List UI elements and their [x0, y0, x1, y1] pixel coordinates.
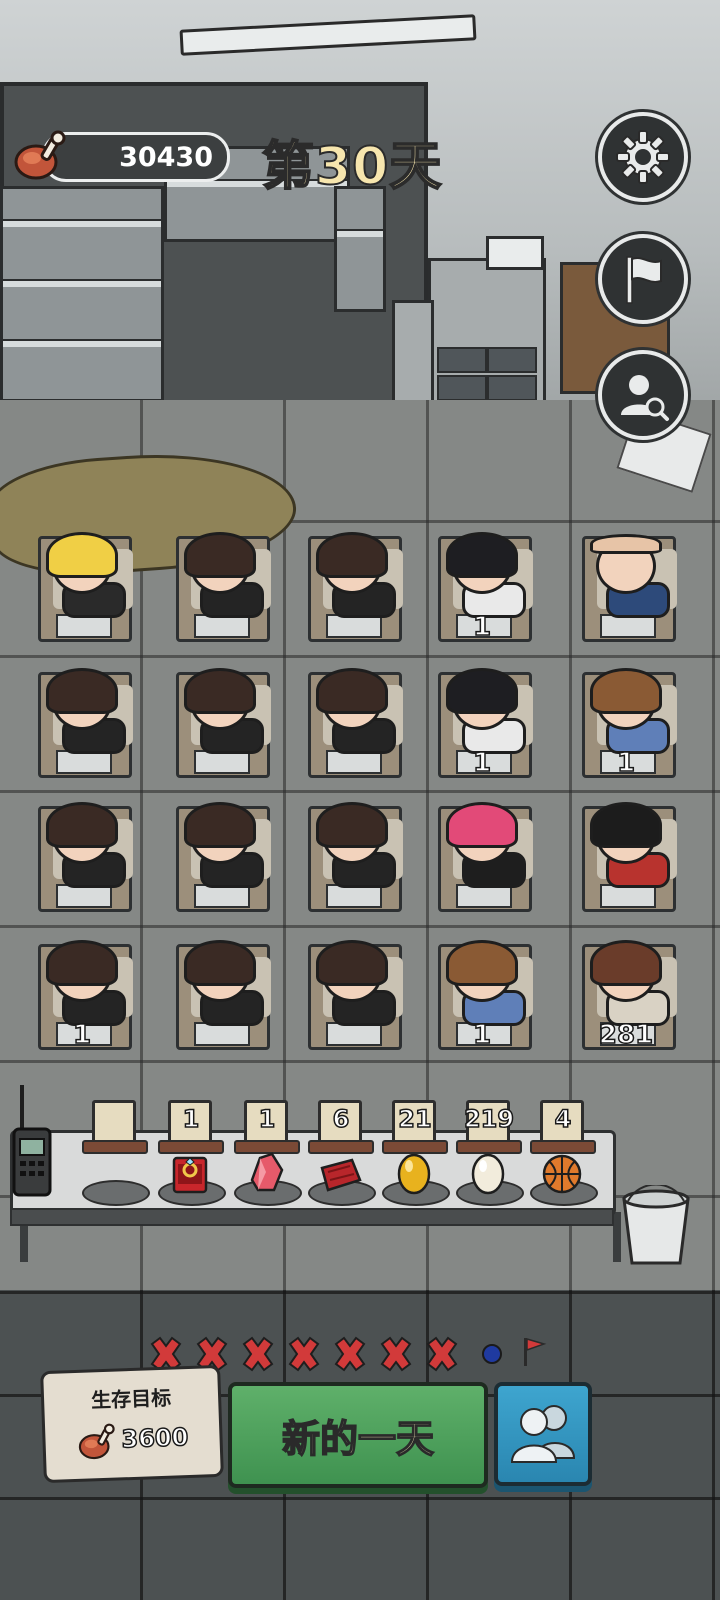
new-day-button[interactable]: 新的一天 — [228, 1382, 488, 1488]
item-count: 219 — [463, 1104, 515, 1134]
failed-day-x-icon — [380, 1336, 412, 1372]
item-slot-basketball[interactable]: 4 — [528, 1100, 598, 1210]
basketball-icon — [542, 1154, 582, 1194]
settings-button[interactable] — [598, 112, 688, 202]
bed-pink-haired-girl[interactable] — [430, 802, 534, 912]
golden-egg-icon — [397, 1153, 431, 1195]
bed-black-haired-boy[interactable]: 1 — [430, 532, 534, 643]
failed-day-x-icon — [426, 1336, 458, 1372]
bed-ponytail-girl[interactable] — [168, 802, 272, 912]
bed-count: 1 — [472, 611, 492, 643]
bed-count: 1 — [72, 1019, 92, 1051]
bed-black-haired-boy[interactable]: 1 — [430, 668, 534, 779]
ring-box-icon — [172, 1156, 208, 1194]
character-ponytail-girl — [310, 802, 396, 888]
egg-icon — [471, 1153, 505, 1195]
goal-title: 生存目标 — [90, 1385, 172, 1413]
bed-ponytail-girl[interactable] — [300, 802, 404, 912]
first-aid-box — [486, 236, 544, 270]
item-plate — [82, 1180, 150, 1206]
meat-icon — [14, 130, 66, 180]
character-ponytail-girl — [178, 802, 264, 888]
character-black-haired-boy — [440, 532, 526, 618]
character-bald-old-man — [584, 532, 670, 618]
character-ponytail-girl — [40, 802, 126, 888]
goal-flag-icon — [524, 1337, 547, 1366]
item-slot-meat[interactable]: 6 — [306, 1100, 376, 1210]
bed-bald-old-man[interactable] — [574, 532, 678, 642]
item-slot-golden-egg[interactable]: 21 — [380, 1100, 450, 1210]
character-ponytail-girl — [310, 668, 396, 754]
failed-day-x-icon — [334, 1336, 366, 1372]
item-slot-egg[interactable]: 219 — [454, 1100, 524, 1210]
bed-brown-haired-girl[interactable]: 1 — [574, 668, 678, 779]
crystal-icon — [250, 1152, 284, 1192]
item-count: 6 — [332, 1104, 350, 1134]
meat-icon — [78, 1423, 115, 1460]
bed-count: 1 — [616, 747, 636, 779]
item-slot-ring[interactable]: 1 — [156, 1100, 226, 1210]
day-label: 第30天 — [261, 136, 443, 198]
item-count: 1 — [182, 1104, 200, 1134]
walkie-talkie-icon[interactable] — [12, 1085, 52, 1197]
character-injured-boy — [584, 940, 670, 1026]
flag-icon — [626, 256, 662, 304]
character-ponytail-girl — [40, 668, 126, 754]
shelf-left — [0, 186, 164, 402]
profile-search-button[interactable] — [598, 350, 688, 440]
bed-sunglasses-man[interactable] — [574, 802, 678, 912]
bed-ponytail-girl[interactable] — [168, 668, 272, 778]
bed-count: 281 — [598, 1019, 654, 1051]
failed-day-x-icon — [242, 1336, 274, 1372]
character-ponytail-girl — [178, 940, 264, 1026]
bed-injured-boy[interactable]: 281 — [574, 940, 678, 1051]
character-ponytail-girl — [178, 668, 264, 754]
bed-ponytail-girl[interactable] — [300, 668, 404, 778]
food-total: 30430 — [119, 142, 213, 173]
character-ponytail-girl — [178, 532, 264, 618]
bed-ponytail-girl[interactable]: 1 — [30, 940, 134, 1051]
team-icon — [510, 1405, 576, 1463]
bed-ponytail-girl[interactable] — [300, 532, 404, 642]
bed-ponytail-girl[interactable] — [168, 532, 272, 642]
bed-count: 1 — [472, 1019, 492, 1051]
survival-goal-panel: 生存目标 3600 — [40, 1364, 224, 1484]
item-count: 4 — [554, 1104, 572, 1134]
bed-blonde-vampire[interactable] — [30, 532, 134, 642]
bed-ponytail-girl[interactable] — [30, 668, 134, 778]
item-count: 21 — [398, 1104, 433, 1134]
food-pill: 30430 — [42, 132, 230, 182]
food-counter: 30430 — [12, 128, 230, 184]
raw-meat-icon — [320, 1158, 362, 1192]
character-blonde-vampire — [40, 532, 126, 618]
bed-ponytail-girl[interactable] — [168, 940, 272, 1050]
item-slot-empty[interactable] — [80, 1100, 150, 1210]
goal-value: 3600 — [120, 1422, 189, 1454]
character-pink-haired-girl — [440, 802, 526, 888]
bed-count: 1 — [472, 747, 492, 779]
character-brown-haired-girl — [584, 668, 670, 754]
bed-ponytail-girl[interactable] — [300, 940, 404, 1050]
new-day-label: 新的一天 — [281, 1416, 435, 1462]
failed-day-x-icon — [288, 1336, 320, 1372]
character-black-haired-boy — [440, 668, 526, 754]
gear-icon — [616, 130, 670, 184]
table-edge — [10, 1208, 614, 1226]
bed-ponytail-girl[interactable] — [30, 802, 134, 912]
team-button[interactable] — [494, 1382, 592, 1486]
character-sunglasses-man — [584, 802, 670, 888]
character-ponytail-girl — [310, 940, 396, 1026]
shelf-right — [334, 186, 386, 312]
current-day-dot — [482, 1344, 502, 1364]
character-brown-haired-girl — [440, 940, 526, 1026]
item-card-base — [82, 1140, 148, 1154]
item-slot-crystal[interactable]: 1 — [232, 1100, 302, 1210]
bed-brown-haired-girl[interactable]: 1 — [430, 940, 534, 1051]
character-ponytail-girl — [310, 532, 396, 618]
item-count: 1 — [258, 1104, 276, 1134]
user-search-icon — [621, 375, 669, 421]
character-ponytail-girl — [40, 940, 126, 1026]
flag-button[interactable] — [598, 234, 688, 324]
bucket-icon — [622, 1185, 690, 1265]
